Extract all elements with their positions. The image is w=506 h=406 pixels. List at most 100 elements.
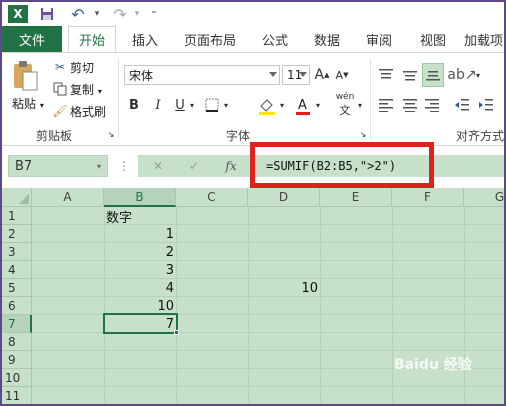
undo-icon[interactable]: ↶	[68, 5, 88, 24]
tab-file[interactable]: 文件	[2, 26, 62, 52]
border-dropdown-icon[interactable]: ▾	[222, 97, 230, 113]
cell-d5[interactable]: 10	[250, 279, 318, 297]
gridline	[32, 260, 504, 261]
column-header-d[interactable]: D	[248, 188, 320, 207]
svg-text:A: A	[298, 98, 307, 113]
paste-button[interactable]: 粘贴 ▾	[12, 95, 44, 112]
gridline	[32, 404, 504, 405]
align-bottom-icon[interactable]	[422, 63, 444, 87]
gridline	[176, 207, 177, 404]
column-header-c[interactable]: C	[176, 188, 248, 207]
ribbon-tabs: 文件 开始 插入 页面布局 公式 数据 审阅 视图 加载项	[2, 26, 504, 52]
selected-cell-border	[103, 313, 178, 334]
excel-logo-icon: X	[8, 5, 28, 23]
align-right-icon[interactable]	[422, 95, 442, 115]
alignment-group-label: 对齐方式	[456, 129, 505, 143]
ribbon: 粘贴 ▾ ✂ 剪切 复制 ▾ 🖌 格式刷 剪贴板 ↘ 宋体 11 A ▲ A ▼ B…	[2, 52, 504, 146]
font-name-select[interactable]: 宋体	[124, 65, 280, 85]
row-header[interactable]: 6	[2, 297, 32, 315]
column-header-a[interactable]: A	[32, 188, 104, 207]
fill-handle[interactable]	[174, 330, 179, 335]
enter-icon[interactable]: ✓	[184, 157, 204, 175]
formula-controls: ✕ ✓ fx	[138, 155, 250, 177]
clipboard-launcher-icon[interactable]: ↘	[106, 129, 116, 139]
redo-icon[interactable]: ↷	[110, 5, 130, 24]
watermark-logo: Baidu 经验	[394, 357, 472, 373]
paste-icon[interactable]	[10, 59, 40, 93]
tab-formulas[interactable]: 公式	[254, 26, 296, 52]
orientation-dropdown-icon[interactable]: ▾	[474, 67, 482, 83]
row-header[interactable]: 10	[2, 369, 32, 387]
undo-dropdown-icon[interactable]: ▾	[92, 5, 102, 23]
column-header-f[interactable]: F	[392, 188, 464, 207]
formula-bar-grip-icon[interactable]: ⋮	[118, 159, 130, 173]
font-size-select[interactable]: 11	[282, 65, 310, 85]
grow-font-icon[interactable]: A ▲	[314, 65, 330, 85]
phonetic-icon[interactable]: wén 文	[334, 92, 356, 117]
increase-indent-icon[interactable]	[476, 95, 496, 115]
title-bar: X ↶ ▾ ↷ ▾ ⁼	[2, 2, 504, 26]
italic-button[interactable]: I	[150, 95, 166, 115]
row-header[interactable]: 9	[2, 351, 32, 369]
phonetic-dropdown-icon[interactable]: ▾	[356, 97, 364, 113]
excel-window: X ↶ ▾ ↷ ▾ ⁼ 文件 开始 插入 页面布局 公式 数据 审阅 视图 加载…	[0, 0, 506, 406]
row-header[interactable]: 8	[2, 333, 32, 351]
align-top-icon[interactable]	[376, 65, 396, 85]
highlight-box	[250, 142, 434, 188]
cell-b4[interactable]: 3	[106, 261, 174, 279]
insert-function-icon[interactable]: fx	[220, 157, 242, 175]
align-middle-icon[interactable]	[400, 65, 420, 85]
border-icon[interactable]	[202, 95, 222, 115]
redo-dropdown-icon[interactable]: ▾	[132, 5, 142, 23]
tab-page-layout[interactable]: 页面布局	[178, 26, 242, 52]
column-header-b[interactable]: B	[104, 188, 176, 207]
gridline	[32, 386, 504, 387]
orientation-icon[interactable]: ab↗	[447, 65, 476, 85]
gridline	[104, 207, 105, 404]
row-header[interactable]: 2	[2, 225, 32, 243]
tab-addins[interactable]: 加载项	[464, 26, 504, 52]
row-header[interactable]: 11	[2, 387, 32, 404]
format-painter-button[interactable]: 格式刷	[70, 103, 106, 120]
underline-button[interactable]: U	[172, 95, 188, 115]
column-header-g[interactable]: G	[464, 188, 504, 207]
row-header[interactable]: 5	[2, 279, 32, 297]
tab-data[interactable]: 数据	[306, 26, 348, 52]
cancel-icon[interactable]: ✕	[148, 157, 168, 175]
align-center-icon[interactable]	[400, 95, 420, 115]
fill-color-icon[interactable]	[256, 95, 278, 117]
cell-b5[interactable]: 4	[106, 279, 174, 297]
fill-color-dropdown-icon[interactable]: ▾	[278, 97, 286, 113]
gridline	[392, 207, 393, 404]
group-divider	[118, 59, 119, 139]
shrink-font-icon[interactable]: A ▼	[334, 65, 350, 85]
column-header-e[interactable]: E	[320, 188, 392, 207]
cell-b3[interactable]: 2	[106, 243, 174, 261]
tab-review[interactable]: 审阅	[358, 26, 400, 52]
align-left-icon[interactable]	[376, 95, 396, 115]
row-header[interactable]: 7	[2, 315, 32, 333]
tab-home[interactable]: 开始	[68, 26, 116, 52]
row-header[interactable]: 3	[2, 243, 32, 261]
save-icon[interactable]	[38, 5, 56, 23]
row-header[interactable]: 1	[2, 207, 32, 225]
cell-b1[interactable]: 数字	[106, 207, 174, 226]
tab-view[interactable]: 视图	[412, 26, 454, 52]
gridline	[32, 242, 504, 243]
font-color-dropdown-icon[interactable]: ▾	[314, 97, 322, 113]
font-color-icon[interactable]: A	[294, 95, 312, 117]
tab-insert[interactable]: 插入	[124, 26, 166, 52]
row-header[interactable]: 4	[2, 261, 32, 279]
decrease-indent-icon[interactable]	[452, 95, 472, 115]
name-box[interactable]: B7 ▾	[8, 155, 108, 177]
font-group-label: 字体	[226, 129, 251, 143]
cell-b2[interactable]: 1	[106, 225, 174, 243]
bold-button[interactable]: B	[126, 95, 142, 115]
copy-button[interactable]: 复制 ▾	[70, 81, 102, 98]
clipboard-group-label: 剪贴板	[36, 129, 73, 143]
customize-toolbar-icon[interactable]: ⁼	[148, 5, 160, 23]
underline-dropdown-icon[interactable]: ▾	[188, 97, 196, 113]
cut-button[interactable]: 剪切	[70, 59, 94, 76]
select-all-corner[interactable]	[2, 188, 32, 207]
font-launcher-icon[interactable]: ↘	[358, 129, 368, 139]
